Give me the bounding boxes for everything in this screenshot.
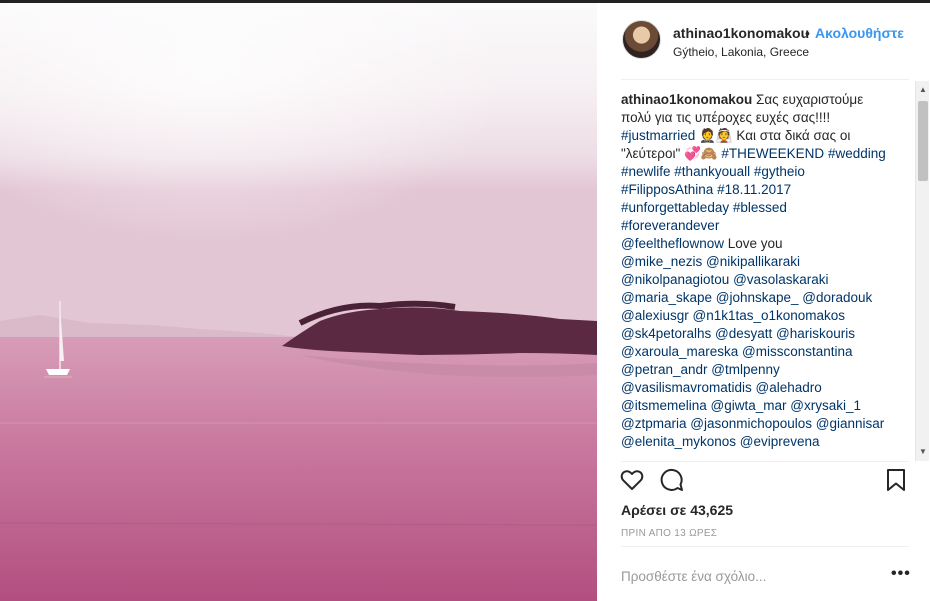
caption-line: @sk4petoralhs @desyatt @hariskouris <box>621 325 917 343</box>
hashtag-mention-link[interactable]: @xaroula_mareska <box>621 344 738 359</box>
caption-text: πολύ για τις υπέροχες ευχές σας!!!! <box>621 110 831 125</box>
hashtag-mention-link[interactable]: @doradouk <box>802 290 872 305</box>
caption-line: #foreverandever <box>621 217 917 235</box>
separator-dot: • <box>805 25 810 41</box>
caption-line: "λεύτεροι" 💞🙈 #THEWEEKEND #wedding <box>621 145 917 163</box>
caption-line: @ztpmaria @jasonmichopoulos @giannisar <box>621 415 917 433</box>
hashtag-mention-link[interactable]: #newlife <box>621 164 671 179</box>
scroll-down-arrow-icon[interactable]: ▼ <box>918 447 928 457</box>
caption-line: @xaroula_mareska @missconstantina <box>621 343 917 361</box>
comment-button[interactable] <box>659 467 685 493</box>
hashtag-mention-link[interactable]: @nikolpanagiotou <box>621 272 729 287</box>
caption-text: Love you <box>724 236 783 251</box>
caption-line: #unforgettableday #blessed <box>621 199 917 217</box>
hashtag-mention-link[interactable]: @mike_nezis <box>621 254 702 269</box>
caption-line: athinao1konomakou Σας ευχαριστούμε <box>621 91 917 109</box>
caption-line: πολύ για τις υπέροχες ευχές σας!!!! <box>621 109 917 127</box>
caption-line: @itsmemelina @giwta_mar @xrysaki_1 <box>621 397 917 415</box>
hashtag-mention-link[interactable]: @sk4petoralhs <box>621 326 711 341</box>
post-photo[interactable] <box>0 3 597 601</box>
hashtag-mention-link[interactable]: @feeltheflownow <box>621 236 724 251</box>
follow-button[interactable]: Ακολουθήστε <box>815 25 904 41</box>
caption-line: #FilipposAthina #18.11.2017 <box>621 181 917 199</box>
seascape-image <box>0 3 597 601</box>
username-link[interactable]: athinao1konomakou <box>673 25 809 41</box>
caption-text: 🤵👰 Και στα δικά σας οι <box>695 128 851 143</box>
hashtag-mention-link[interactable]: #thankyouall <box>674 164 750 179</box>
hashtag-mention-link[interactable]: @giannisar <box>816 416 885 431</box>
hashtag-mention-link[interactable]: #gytheio <box>754 164 805 179</box>
hashtag-mention-link[interactable]: @tmlpenny <box>711 362 779 377</box>
more-options-button[interactable]: ••• <box>891 565 911 583</box>
caption-line: @elenita_mykonos @eviprevena <box>621 433 917 451</box>
hashtag-mention-link[interactable]: @vasolaskaraki <box>733 272 829 287</box>
hashtag-mention-link[interactable]: @elenita_mykonos <box>621 434 736 449</box>
hashtag-mention-link[interactable]: #18.11.2017 <box>717 182 791 197</box>
hashtag-mention-link[interactable]: @xrysaki_1 <box>790 398 861 413</box>
bookmark-icon <box>887 469 905 491</box>
caption-comments[interactable]: athinao1konomakou Σας ευχαριστούμε πολύ γ… <box>621 91 917 459</box>
hashtag-mention-link[interactable]: #blessed <box>733 200 787 215</box>
hashtag-mention-link[interactable]: @itsmemelina <box>621 398 707 413</box>
heart-outline-icon <box>620 470 644 490</box>
hashtag-mention-link[interactable]: @petran_andr <box>621 362 708 377</box>
hashtag-mention-link[interactable]: @ztpmaria <box>621 416 686 431</box>
caption-text: "λεύτεροι" 💞🙈 <box>621 146 722 161</box>
hashtag-mention-link[interactable]: @giwta_mar <box>711 398 787 413</box>
hashtag-mention-link[interactable]: #wedding <box>828 146 886 161</box>
caption-line: #justmarried 🤵👰 Και στα δικά σας οι <box>621 127 917 145</box>
avatar[interactable] <box>622 20 661 59</box>
actions-divider <box>621 461 909 462</box>
hashtag-mention-link[interactable]: @nikipallikaraki <box>706 254 800 269</box>
caption-username-link[interactable]: athinao1konomakou <box>621 92 752 107</box>
caption-line: @maria_skape @johnskape_ @doradouk <box>621 289 917 307</box>
post-header: athinao1konomakou • Ακολουθήστε Gýtheio,… <box>597 3 930 79</box>
scroll-thumb[interactable] <box>918 101 928 181</box>
hashtag-mention-link[interactable]: @missconstantina <box>742 344 853 359</box>
caption-line: #newlife #thankyouall #gytheio <box>621 163 917 181</box>
save-button[interactable] <box>883 467 909 493</box>
post-timestamp[interactable]: ΠΡΙΝ ΑΠΟ 13 ΩΡΕΣ <box>621 528 717 539</box>
hashtag-mention-link[interactable]: @eviprevena <box>740 434 820 449</box>
like-button[interactable] <box>619 467 645 493</box>
hashtag-mention-link[interactable]: #justmarried <box>621 128 695 143</box>
scroll-up-arrow-icon[interactable]: ▲ <box>918 85 928 95</box>
hashtag-mention-link[interactable]: @hariskouris <box>776 326 855 341</box>
action-bar <box>619 467 911 495</box>
hashtag-mention-link[interactable]: @alehadro <box>756 380 822 395</box>
hashtag-mention-link[interactable]: @jasonmichopoulos <box>690 416 812 431</box>
hashtag-mention-link[interactable]: @johnskape_ <box>716 290 799 305</box>
hashtag-mention-link[interactable]: #unforgettableday <box>621 200 729 215</box>
caption-line: @feeltheflownow Love you <box>621 235 917 253</box>
likes-count[interactable]: Αρέσει σε 43,625 <box>621 502 733 518</box>
caption-line: @nikolpanagiotou @vasolaskaraki <box>621 271 917 289</box>
header-divider <box>621 79 909 80</box>
caption-line: @vasilismavromatidis @alehadro <box>621 379 917 397</box>
hashtag-mention-link[interactable]: #FilipposAthina <box>621 182 713 197</box>
caption-line: @mike_nezis @nikipallikaraki <box>621 253 917 271</box>
hashtag-mention-link[interactable]: @maria_skape <box>621 290 712 305</box>
hashtag-mention-link[interactable]: @n1k1tas_o1konomakos <box>693 308 846 323</box>
post-sidebar: athinao1konomakou • Ακολουθήστε Gýtheio,… <box>597 3 930 601</box>
caption-text: Σας ευχαριστούμε <box>752 92 864 107</box>
caption-line: @alexiusgr @n1k1tas_o1konomakos <box>621 307 917 325</box>
caption-line: @petran_andr @tmlpenny <box>621 361 917 379</box>
hashtag-mention-link[interactable]: @alexiusgr <box>621 308 689 323</box>
comments-scrollbar[interactable]: ▲ ▼ <box>915 81 929 461</box>
hashtag-mention-link[interactable]: #THEWEEKEND <box>721 146 824 161</box>
hashtag-mention-link[interactable]: @desyatt <box>715 326 772 341</box>
hashtag-mention-link[interactable]: #foreverandever <box>621 218 719 233</box>
hashtag-mention-link[interactable]: @vasilismavromatidis <box>621 380 752 395</box>
add-comment-input[interactable] <box>621 566 881 586</box>
location-link[interactable]: Gýtheio, Lakonia, Greece <box>673 45 809 59</box>
comment-bubble-icon <box>660 468 683 491</box>
comment-divider <box>621 546 909 547</box>
